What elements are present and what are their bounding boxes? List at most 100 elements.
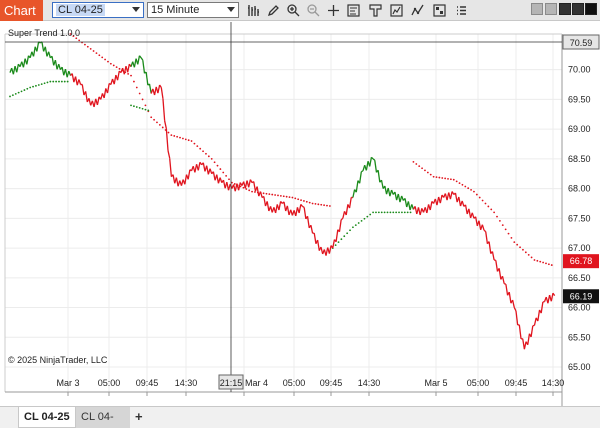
trend-dot-down xyxy=(501,224,504,227)
price-segment xyxy=(81,84,85,96)
price-segment xyxy=(429,201,433,211)
price-segment xyxy=(449,191,453,200)
link-button[interactable] xyxy=(531,3,543,15)
trend-dot-down xyxy=(487,205,490,208)
trend-dot-down xyxy=(150,116,153,119)
properties-icon[interactable] xyxy=(368,3,383,18)
trend-dot-down xyxy=(473,190,475,193)
last-price-text: 66.19 xyxy=(570,291,593,301)
pencil-icon[interactable] xyxy=(266,3,281,18)
strategies-icon[interactable] xyxy=(389,3,404,18)
trend-dot-down xyxy=(504,228,507,231)
crosshair-x-label: 21:15 xyxy=(218,374,244,390)
price-segment xyxy=(310,225,314,234)
trend-dot-down xyxy=(210,157,213,160)
trend-dot-up xyxy=(389,211,392,214)
trend-dot-down xyxy=(415,163,418,165)
trend-dot-down xyxy=(156,121,158,124)
trend-dot-up xyxy=(337,241,340,244)
price-segment xyxy=(348,197,352,209)
trend-dot-down xyxy=(435,176,438,179)
price-segment xyxy=(461,200,465,207)
data-box-icon[interactable] xyxy=(346,3,361,18)
trend-dot-up xyxy=(35,84,37,87)
trend-dot-down xyxy=(516,243,519,246)
price-segment xyxy=(48,51,51,58)
price-segment xyxy=(458,196,462,207)
instrument-value: CL 04-25 xyxy=(56,4,105,16)
trend-dot-up xyxy=(366,215,369,218)
price-segment xyxy=(527,333,531,345)
templates-icon[interactable] xyxy=(432,3,447,18)
instrument-select[interactable]: CL 04-25 xyxy=(52,2,144,18)
price-segment xyxy=(209,168,213,174)
price-segment xyxy=(41,41,45,52)
price-segment xyxy=(359,171,362,184)
minimize-button[interactable] xyxy=(559,3,571,15)
price-segment xyxy=(316,239,320,251)
price-segment xyxy=(508,291,512,304)
trend-dot-down xyxy=(242,186,245,189)
trend-dot-down xyxy=(86,45,89,48)
price-segment xyxy=(85,91,88,103)
trend-dot-down xyxy=(176,135,179,138)
zoom-out-icon[interactable] xyxy=(306,3,321,18)
trend-value-text: 66.78 xyxy=(570,256,593,266)
indicators-icon[interactable] xyxy=(410,3,425,18)
price-segment xyxy=(488,241,492,254)
x-tick-label: 09:45 xyxy=(505,378,528,388)
trend-dot-down xyxy=(300,199,302,201)
interval-select[interactable]: 15 Minute xyxy=(147,2,239,18)
maximize-button[interactable] xyxy=(572,3,584,15)
trend-dot-up xyxy=(386,211,389,214)
y-tick-label: 67.00 xyxy=(568,243,591,253)
trend-dot-up xyxy=(346,232,349,235)
price-segment xyxy=(259,191,263,198)
add-tab-button[interactable]: + xyxy=(130,407,146,428)
crosshair-icon[interactable] xyxy=(326,3,341,18)
price-segment xyxy=(302,205,305,208)
price-segment xyxy=(142,60,146,74)
pin-button[interactable] xyxy=(545,3,557,15)
price-segment xyxy=(454,192,458,203)
trend-dot-down xyxy=(467,187,470,190)
x-tick-label: 05:00 xyxy=(283,378,306,388)
trend-dot-down xyxy=(101,56,104,59)
price-segment xyxy=(263,196,267,207)
price-segment xyxy=(44,46,48,57)
trend-dot-down xyxy=(107,60,109,63)
y-tick-label: 69.00 xyxy=(568,124,591,134)
trend-dot-up xyxy=(380,211,383,214)
price-segment xyxy=(256,186,260,197)
trend-dot-down xyxy=(524,251,527,254)
price-segment xyxy=(485,231,489,244)
trend-dot-down xyxy=(484,202,487,205)
trend-dot-up xyxy=(43,82,46,85)
trend-dot-down xyxy=(294,197,297,200)
trend-dot-down xyxy=(326,204,328,207)
trend-dot-down xyxy=(533,259,536,261)
trend-dot-down xyxy=(285,195,288,198)
price-chart[interactable]: 70.00 69.50 69.00 68.50 68.00 67.50 67.00 66.50… xyxy=(0,22,600,406)
price-segment xyxy=(148,83,152,94)
trend-dot-up xyxy=(9,95,11,98)
trend-dot-up xyxy=(130,104,132,107)
tab-cl-04-25[interactable]: CL 04-25 xyxy=(76,407,130,428)
tab-cl-04-25-active[interactable]: CL 04-25 xyxy=(18,407,76,428)
trend-dot-down xyxy=(438,176,441,179)
trend-dot-up xyxy=(334,244,337,247)
price-segment xyxy=(365,161,369,171)
zoom-in-icon[interactable] xyxy=(286,3,301,18)
trend-dot-down xyxy=(112,64,115,67)
menu-icon[interactable] xyxy=(454,3,469,18)
trend-dot-up xyxy=(40,83,43,86)
close-button[interactable] xyxy=(585,3,597,15)
price-segment xyxy=(248,179,252,188)
bar-type-icon[interactable] xyxy=(246,3,261,18)
trend-dot-down xyxy=(424,169,426,172)
trend-dot-up xyxy=(375,211,377,214)
x-tick-label: Mar 3 xyxy=(56,378,79,388)
trend-dot-down xyxy=(455,180,458,183)
x-tick-label: 14:30 xyxy=(358,378,381,388)
trend-dot-down xyxy=(308,201,311,204)
